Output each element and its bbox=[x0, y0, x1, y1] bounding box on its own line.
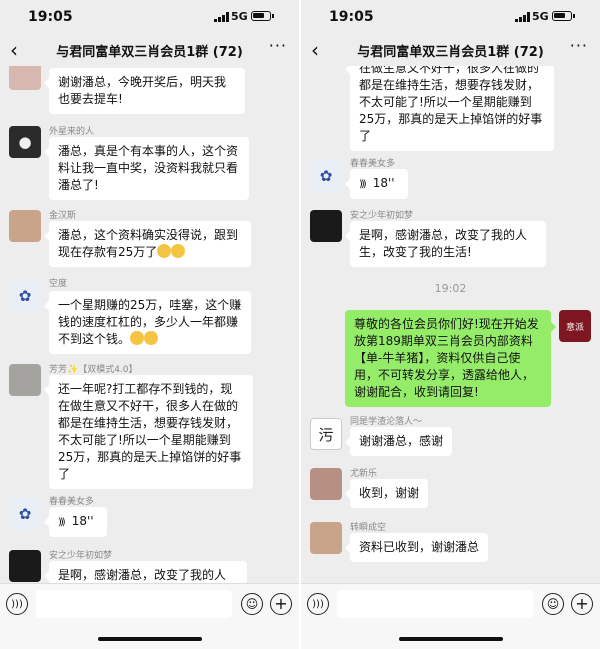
sender-nickname: 春春美女多 bbox=[350, 159, 396, 169]
voice-message[interactable]: ))) 18'' bbox=[345, 169, 408, 199]
message-bubble[interactable]: 潘总，真是个有本事的人，这个资料让我一直中奖，没资料我就只看潘总了! bbox=[44, 137, 249, 200]
voice-input-icon[interactable]: ))) bbox=[6, 593, 28, 615]
avatar[interactable] bbox=[9, 66, 41, 90]
message-bubble[interactable]: 在做生意又不好干，很多人在做的都是在维持生活，想要存钱发财，不太可能了!所以一个… bbox=[345, 66, 554, 151]
sender-nickname: 同是学渣沦落人～ bbox=[350, 417, 423, 427]
status-time: 19:05 bbox=[329, 9, 374, 25]
emoji-icon[interactable]: ☺ bbox=[241, 593, 263, 615]
message-bubble[interactable]: 谢谢潘总，感谢 bbox=[344, 427, 453, 456]
left-screen: 19:05 5G ‹ 与君同富单双三肖会员1群 (72) ··· 谢谢潘总，今晚… bbox=[0, 0, 299, 649]
message-bubble[interactable]: 一个星期赚的25万，哇塞，这个赚钱的速度杠杠的，多少人一年都赚不到这个钱。 bbox=[44, 291, 251, 354]
home-indicator bbox=[399, 637, 503, 641]
grin-emoji-icon bbox=[130, 331, 145, 345]
voice-wave-icon: ))) bbox=[58, 517, 66, 528]
sender-nickname: 转瞬成空 bbox=[350, 523, 387, 533]
avatar[interactable]: ✿ bbox=[310, 160, 342, 192]
grin-emoji-icon bbox=[157, 244, 172, 258]
message-list[interactable]: 在做生意又不好干，很多人在做的都是在维持生活，想要存钱发财，不太可能了!所以一个… bbox=[301, 66, 600, 583]
status-bar: 19:05 5G bbox=[301, 0, 600, 34]
avatar[interactable]: 意派 bbox=[559, 310, 591, 342]
network-label: 5G bbox=[532, 10, 549, 23]
battery-tip bbox=[573, 14, 575, 18]
more-icon[interactable]: ··· bbox=[269, 36, 287, 55]
voice-duration: 18'' bbox=[71, 514, 94, 528]
message-bubble[interactable]: 是啊，感谢潘总，改变了我的人 bbox=[44, 561, 247, 583]
sender-nickname: 芳芳✨【双模式4.0】 bbox=[49, 365, 138, 375]
chat-title: 与君同富单双三肖会员1群 (72) bbox=[357, 45, 544, 60]
avatar[interactable] bbox=[310, 522, 342, 554]
input-bar: ))) ☺ + bbox=[0, 583, 299, 649]
signal-icon bbox=[515, 12, 530, 22]
message-bubble[interactable]: 谢谢潘总，今晚开奖后，明天我也要去提车! bbox=[44, 68, 245, 114]
avatar[interactable] bbox=[9, 364, 41, 396]
plus-icon[interactable]: + bbox=[571, 593, 593, 615]
chat-header: ‹ 与君同富单双三肖会员1群 (72) ··· bbox=[301, 34, 600, 66]
sender-nickname: 外星来的人 bbox=[49, 127, 95, 137]
status-time: 19:05 bbox=[28, 9, 73, 25]
message-bubble[interactable]: 资料已收到，谢谢潘总 bbox=[344, 533, 489, 562]
battery-icon bbox=[251, 11, 271, 21]
screens: 19:05 5G ‹ 与君同富单双三肖会员1群 (72) ··· 谢谢潘总，今晚… bbox=[0, 0, 600, 649]
message-bubble[interactable]: 潘总，这个资料确实没得说，跟到现在存款有25万了 bbox=[44, 221, 251, 267]
more-icon[interactable]: ··· bbox=[570, 36, 588, 55]
avatar[interactable]: ✿ bbox=[9, 498, 41, 530]
sender-nickname: 春春美女多 bbox=[49, 497, 95, 507]
emoji-icon[interactable]: ☺ bbox=[542, 593, 564, 615]
network-label: 5G bbox=[231, 10, 248, 23]
grin-emoji-icon bbox=[144, 331, 159, 345]
avatar[interactable] bbox=[310, 468, 342, 500]
message-input[interactable] bbox=[337, 590, 533, 618]
avatar[interactable] bbox=[310, 210, 342, 242]
grin-emoji-icon bbox=[171, 244, 186, 258]
message-input[interactable] bbox=[36, 590, 232, 618]
message-bubble[interactable]: 是啊，感谢潘总，改变了我的人生，改变了我的生活! bbox=[345, 221, 546, 267]
voice-input-icon[interactable]: ))) bbox=[307, 593, 329, 615]
voice-message[interactable]: ))) 18'' bbox=[44, 507, 107, 537]
plus-icon[interactable]: + bbox=[270, 593, 292, 615]
avatar[interactable]: ✿ bbox=[9, 280, 41, 312]
sender-nickname: 空度 bbox=[49, 279, 68, 289]
chat-header: ‹ 与君同富单双三肖会员1群 (72) ··· bbox=[0, 34, 299, 66]
message-text: 潘总，这个资料确实没得说，跟到现在存款有25万了 bbox=[58, 228, 239, 259]
message-bubble-own[interactable]: 尊敬的各位会员你们好!现在开始发放第189期单双三肖会员内部资料【单-牛羊猪】，… bbox=[345, 310, 556, 407]
message-bubble[interactable]: 还一年呢?打工都存不到钱的，现在做生意又不好干，很多人在做的都是在维持生活，想要… bbox=[44, 375, 253, 489]
sender-nickname: 尤新乐 bbox=[350, 469, 378, 479]
battery-tip bbox=[272, 14, 274, 18]
message-bubble[interactable]: 收到，谢谢 bbox=[344, 479, 429, 508]
avatar[interactable] bbox=[9, 550, 41, 582]
chat-title: 与君同富单双三肖会员1群 (72) bbox=[56, 45, 243, 60]
avatar[interactable] bbox=[9, 210, 41, 242]
avatar[interactable]: ● bbox=[9, 126, 41, 158]
status-bar: 19:05 5G bbox=[0, 0, 299, 34]
input-bar: ))) ☺ + bbox=[301, 583, 600, 649]
home-indicator bbox=[98, 637, 202, 641]
voice-duration: 18'' bbox=[372, 176, 395, 190]
avatar[interactable]: 污 bbox=[310, 418, 342, 450]
right-screen: 19:05 5G ‹ 与君同富单双三肖会员1群 (72) ··· 在做生意又不好… bbox=[301, 0, 600, 649]
sender-nickname: 安之少年初如梦 bbox=[350, 211, 414, 221]
sender-nickname: 安之少年初如梦 bbox=[49, 551, 113, 561]
chat-timestamp: 19:02 bbox=[434, 282, 467, 295]
signal-icon bbox=[214, 12, 229, 22]
battery-icon bbox=[552, 11, 572, 21]
sender-nickname: 金汉斯 bbox=[49, 211, 77, 221]
message-list[interactable]: 谢谢潘总，今晚开奖后，明天我也要去提车! ● 外星来的人 潘总，真是个有本事的人… bbox=[0, 66, 299, 583]
voice-wave-icon: ))) bbox=[359, 179, 367, 190]
